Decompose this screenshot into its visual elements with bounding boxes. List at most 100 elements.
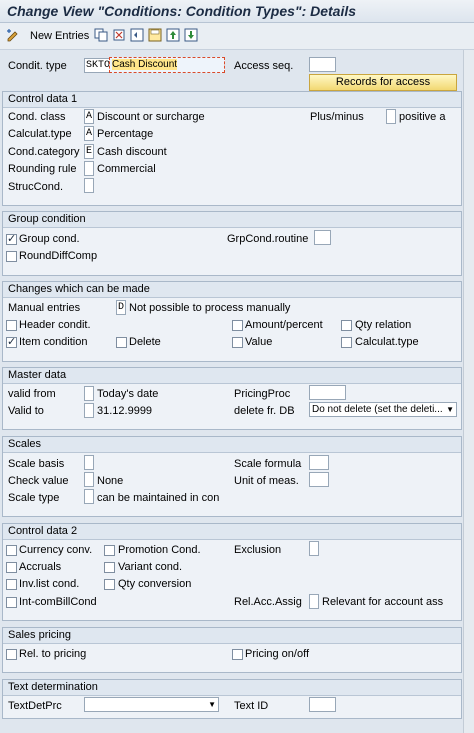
grp-routine-field[interactable] <box>314 230 331 245</box>
cond-class-label: Cond. class <box>8 111 66 123</box>
delete-icon[interactable] <box>112 28 126 42</box>
cond-category-field[interactable]: E <box>84 144 94 159</box>
plus-minus-field[interactable] <box>386 109 396 124</box>
scale-type-text: can be maintained in con <box>97 492 220 504</box>
manual-entries-field[interactable]: D <box>116 300 126 315</box>
accruals-checkbox[interactable] <box>6 562 17 573</box>
currency-conv-label: Currency conv. <box>19 544 93 556</box>
qty-conversion-checkbox[interactable] <box>104 579 115 590</box>
textdetprc-dropdown[interactable]: ▼ <box>84 697 219 712</box>
struc-cond-field[interactable] <box>84 178 94 193</box>
title-bar: Change View "Conditions: Condition Types… <box>0 0 474 23</box>
group-cond-checkbox[interactable] <box>6 232 17 245</box>
access-seq-label: Access seq. <box>234 60 294 72</box>
master-data-title: Master data <box>8 369 67 381</box>
valid-to-value: 31.12.9999 <box>97 405 153 417</box>
plus-minus-label: Plus/minus <box>310 111 364 123</box>
condit-type-code-field[interactable]: SKTO <box>84 58 110 73</box>
text-determination-group: Text determination <box>2 679 462 719</box>
download-icon[interactable] <box>184 28 198 42</box>
delete-from-db-dropdown[interactable]: Do not delete (set the deleti... ▼ <box>309 402 457 417</box>
qty-relation-checkbox[interactable] <box>341 320 352 331</box>
scale-basis-label: Scale basis <box>8 458 65 470</box>
valid-from-label: valid from <box>8 388 56 400</box>
edit-pencil-icon[interactable] <box>6 28 20 42</box>
round-diff-checkbox[interactable] <box>6 251 17 262</box>
relacc-assig-field[interactable] <box>309 594 319 609</box>
value-checkbox[interactable] <box>232 337 243 348</box>
unit-of-meas-field[interactable] <box>309 472 329 487</box>
master-data-group: Master data <box>2 367 462 430</box>
records-for-access-button[interactable]: Records for access <box>309 74 457 91</box>
group-cond-label: Group cond. <box>19 233 80 245</box>
variant-cond-label: Variant cond. <box>118 561 183 573</box>
invlist-cond-checkbox[interactable] <box>6 579 17 590</box>
delete-checkbox[interactable] <box>116 337 127 348</box>
valid-from-text: Today's date <box>97 388 159 400</box>
chevron-down-icon: ▼ <box>208 700 216 709</box>
plus-minus-text: positive a <box>399 111 446 123</box>
variant-cond-checkbox[interactable] <box>104 562 115 573</box>
intcom-billcond-checkbox[interactable] <box>6 597 17 608</box>
new-entries-button[interactable]: New Entries <box>30 30 89 42</box>
rounding-rule-field[interactable] <box>84 161 94 176</box>
unit-of-meas-label: Unit of meas. <box>234 475 299 487</box>
scale-formula-label: Scale formula <box>234 458 302 470</box>
item-condition-label: Item condition <box>19 336 88 348</box>
amount-percent-checkbox[interactable] <box>232 320 243 331</box>
condit-type-name-field[interactable]: Cash Discount <box>109 57 225 73</box>
valid-to-marker[interactable] <box>84 403 94 418</box>
struc-cond-label: StrucCond. <box>8 181 64 193</box>
exclusion-field[interactable] <box>309 541 319 556</box>
text-id-field[interactable] <box>309 697 336 712</box>
qty-relation-label: Qty relation <box>355 319 412 331</box>
scale-type-field[interactable] <box>84 489 94 504</box>
scale-formula-field[interactable] <box>309 455 329 470</box>
check-value-text: None <box>97 475 124 487</box>
sales-pricing-title: Sales pricing <box>8 629 71 641</box>
item-condition-checkbox[interactable] <box>6 335 17 348</box>
cond-category-label: Cond.category <box>8 146 80 158</box>
delete-from-db-label: delete fr. DB <box>234 405 295 417</box>
pricing-onoff-label: Pricing on/off <box>245 648 310 660</box>
header-condit-checkbox[interactable] <box>6 320 17 331</box>
promotion-cond-label: Promotion Cond. <box>118 544 201 556</box>
valid-from-field[interactable] <box>84 386 94 401</box>
cond-class-text: Discount or surcharge <box>97 111 205 123</box>
scales-title: Scales <box>8 438 42 450</box>
check-value-field[interactable] <box>84 472 94 487</box>
pricing-onoff-checkbox[interactable] <box>232 649 243 660</box>
delete-label: Delete <box>129 336 161 348</box>
copy-icon[interactable] <box>94 28 108 42</box>
condit-type-label: Condit. type <box>8 60 67 72</box>
toolbar: New Entries <box>0 23 474 50</box>
calculat-type-checkbox[interactable] <box>341 337 352 348</box>
check-value-label: Check value <box>8 475 69 487</box>
invlist-cond-label: Inv.list cond. <box>19 578 80 590</box>
vertical-scrollbar[interactable] <box>463 50 474 733</box>
relacc-assig-text: Relevant for account ass <box>322 596 444 608</box>
value-label: Value <box>245 336 273 348</box>
currency-conv-checkbox[interactable] <box>6 545 17 556</box>
grp-routine-label: GrpCond.routine <box>227 233 309 245</box>
page-title: Change View "Conditions: Condition Types… <box>7 3 357 19</box>
text-id-label: Text ID <box>234 700 269 712</box>
changes-title: Changes which can be made <box>8 283 150 295</box>
pricing-proc-field[interactable] <box>309 385 346 400</box>
chevron-down-icon: ▼ <box>446 405 454 414</box>
rel-to-pricing-label: Rel. to pricing <box>19 648 87 660</box>
calculat-type-field[interactable]: A <box>84 126 94 141</box>
rel-to-pricing-checkbox[interactable] <box>6 649 17 660</box>
manual-entries-text: Not possible to process manually <box>129 302 291 314</box>
qty-conversion-label: Qty conversion <box>118 578 192 590</box>
intcom-billcond-label: Int-comBillCond <box>19 596 97 608</box>
undo-icon[interactable] <box>130 28 144 42</box>
cond-class-field[interactable]: A <box>84 109 94 124</box>
promotion-cond-checkbox[interactable] <box>104 545 115 556</box>
calculat-type-label: Calculat.type <box>8 128 72 140</box>
calculat-type-check-label: Calculat.type <box>355 336 419 348</box>
upload-icon[interactable] <box>166 28 180 42</box>
save-variant-icon[interactable] <box>148 28 162 42</box>
access-seq-field[interactable] <box>309 57 336 72</box>
scale-basis-field[interactable] <box>84 455 94 470</box>
